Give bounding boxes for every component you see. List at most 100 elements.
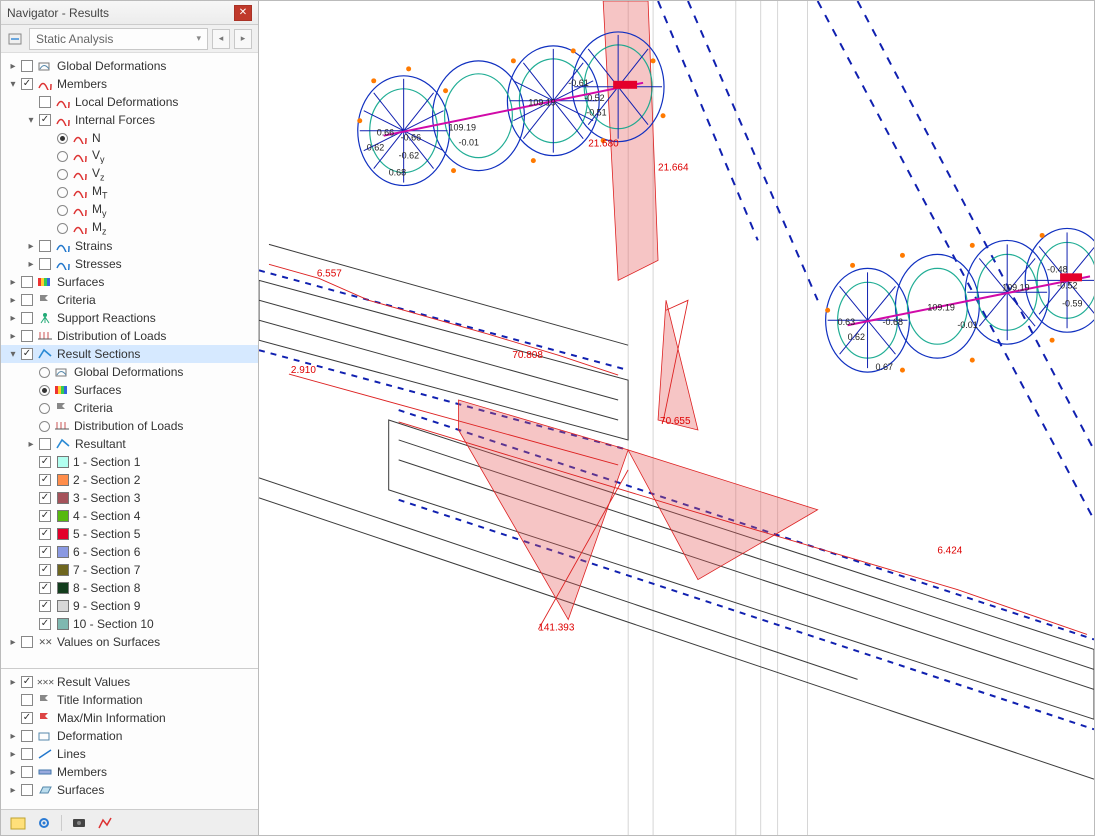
- checkbox[interactable]: [39, 96, 51, 108]
- radio[interactable]: [57, 205, 68, 216]
- tree-item-title-info[interactable]: ▸Title Information: [1, 691, 258, 709]
- tree-item-rs-dist-loads[interactable]: ▸Distribution of Loads: [1, 417, 258, 435]
- tab-views-icon[interactable]: [70, 814, 88, 832]
- expand-icon[interactable]: ▸: [7, 785, 19, 796]
- checkbox[interactable]: [21, 78, 33, 90]
- tree-item-sec-8[interactable]: ▸8 - Section 8: [1, 579, 258, 597]
- tree-item-members[interactable]: ▾Members: [1, 75, 258, 93]
- tree-item-result-sections[interactable]: ▾Result Sections: [1, 345, 258, 363]
- tree-item-strains[interactable]: ▸Strains: [1, 237, 258, 255]
- checkbox[interactable]: [39, 582, 51, 594]
- collapse-icon[interactable]: ▾: [7, 349, 19, 360]
- tree-item-result-values[interactable]: ▸✕✕✕Result Values: [1, 673, 258, 691]
- tree-item-members2[interactable]: ▸Members: [1, 763, 258, 781]
- checkbox[interactable]: [39, 528, 51, 540]
- tree-item-criteria-top[interactable]: ▸Criteria: [1, 291, 258, 309]
- radio[interactable]: [39, 421, 50, 432]
- collapse-icon[interactable]: ▾: [25, 115, 37, 126]
- checkbox[interactable]: [21, 348, 33, 360]
- tree-item-rs-surfaces[interactable]: ▸Surfaces: [1, 381, 258, 399]
- tree-item-sec-2[interactable]: ▸2 - Section 2: [1, 471, 258, 489]
- expand-icon[interactable]: ▸: [7, 731, 19, 742]
- expand-icon[interactable]: ▸: [7, 61, 19, 72]
- expand-icon[interactable]: ▸: [7, 277, 19, 288]
- tab-display-icon[interactable]: [35, 814, 53, 832]
- tab-results-icon[interactable]: [96, 814, 114, 832]
- tree-item-support[interactable]: ▸Support Reactions: [1, 309, 258, 327]
- tree-item-int-forces[interactable]: ▾Internal Forces: [1, 111, 258, 129]
- expand-icon[interactable]: ▸: [25, 259, 37, 270]
- tree-item-maxmin-info[interactable]: ▸Max/Min Information: [1, 709, 258, 727]
- tree-item-sec-9[interactable]: ▸9 - Section 9: [1, 597, 258, 615]
- tree-item-rs-criteria[interactable]: ▸Criteria: [1, 399, 258, 417]
- checkbox[interactable]: [21, 312, 33, 324]
- tree-item-values-surf[interactable]: ▸✕✕Values on Surfaces: [1, 633, 258, 651]
- tree-item-surfaces-top[interactable]: ▸Surfaces: [1, 273, 258, 291]
- results-tree-lower[interactable]: ▸✕✕✕Result Values▸Title Information▸Max/…: [1, 669, 258, 809]
- expand-icon[interactable]: ▸: [7, 749, 19, 760]
- radio[interactable]: [39, 403, 50, 414]
- checkbox[interactable]: [39, 564, 51, 576]
- tree-item-rs-resultant[interactable]: ▸Resultant: [1, 435, 258, 453]
- close-button[interactable]: ✕: [234, 5, 252, 21]
- checkbox[interactable]: [21, 766, 33, 778]
- model-viewport[interactable]: 6.5572.91070.80870.655141.3936.42421.680…: [259, 1, 1094, 835]
- checkbox[interactable]: [39, 546, 51, 558]
- checkbox[interactable]: [39, 510, 51, 522]
- tree-item-lines[interactable]: ▸Lines: [1, 745, 258, 763]
- analysis-type-combo[interactable]: Static Analysis ▾: [29, 28, 208, 50]
- tree-item-if-vy[interactable]: ▸Vy: [1, 147, 258, 165]
- results-tree[interactable]: ▸Global Deformations▾Members▸Local Defor…: [1, 53, 258, 668]
- checkbox[interactable]: [21, 636, 33, 648]
- expand-icon[interactable]: ▸: [7, 331, 19, 342]
- expand-icon[interactable]: ▸: [7, 295, 19, 306]
- checkbox[interactable]: [21, 294, 33, 306]
- tree-item-if-mt[interactable]: ▸MT: [1, 183, 258, 201]
- checkbox[interactable]: [39, 600, 51, 612]
- expand-icon[interactable]: ▸: [7, 767, 19, 778]
- checkbox[interactable]: [21, 60, 33, 72]
- tree-item-sec-6[interactable]: ▸6 - Section 6: [1, 543, 258, 561]
- radio[interactable]: [57, 223, 68, 234]
- tree-item-stresses[interactable]: ▸Stresses: [1, 255, 258, 273]
- tree-item-sec-4[interactable]: ▸4 - Section 4: [1, 507, 258, 525]
- tree-item-if-my[interactable]: ▸My: [1, 201, 258, 219]
- tree-item-sec-3[interactable]: ▸3 - Section 3: [1, 489, 258, 507]
- expand-icon[interactable]: ▸: [25, 439, 37, 450]
- checkbox[interactable]: [21, 730, 33, 742]
- expand-icon[interactable]: ▸: [7, 637, 19, 648]
- checkbox[interactable]: [39, 258, 51, 270]
- checkbox[interactable]: [39, 618, 51, 630]
- checkbox[interactable]: [21, 676, 33, 688]
- tree-item-sec-1[interactable]: ▸1 - Section 1: [1, 453, 258, 471]
- prev-button[interactable]: ◂: [212, 29, 230, 49]
- checkbox[interactable]: [39, 240, 51, 252]
- tree-item-sec-7[interactable]: ▸7 - Section 7: [1, 561, 258, 579]
- next-button[interactable]: ▸: [234, 29, 252, 49]
- checkbox[interactable]: [21, 330, 33, 342]
- tree-item-if-n[interactable]: ▸N: [1, 129, 258, 147]
- tree-item-global-def[interactable]: ▸Global Deformations: [1, 57, 258, 75]
- checkbox[interactable]: [21, 694, 33, 706]
- tree-item-rs-global-def[interactable]: ▸Global Deformations: [1, 363, 258, 381]
- tree-item-deformation[interactable]: ▸Deformation: [1, 727, 258, 745]
- expand-icon[interactable]: ▸: [25, 241, 37, 252]
- checkbox[interactable]: [39, 114, 51, 126]
- checkbox[interactable]: [21, 276, 33, 288]
- tree-item-dist-loads-top[interactable]: ▸Distribution of Loads: [1, 327, 258, 345]
- checkbox[interactable]: [39, 456, 51, 468]
- tree-item-sec-10[interactable]: ▸10 - Section 10: [1, 615, 258, 633]
- radio[interactable]: [57, 133, 68, 144]
- checkbox[interactable]: [39, 492, 51, 504]
- checkbox[interactable]: [39, 474, 51, 486]
- checkbox[interactable]: [39, 438, 51, 450]
- tree-item-if-mz[interactable]: ▸Mz: [1, 219, 258, 237]
- checkbox[interactable]: [21, 748, 33, 760]
- radio[interactable]: [57, 187, 68, 198]
- checkbox[interactable]: [21, 784, 33, 796]
- radio[interactable]: [57, 169, 68, 180]
- tab-project-icon[interactable]: [9, 814, 27, 832]
- radio[interactable]: [39, 385, 50, 396]
- tree-item-if-vz[interactable]: ▸Vz: [1, 165, 258, 183]
- tree-item-surfaces2[interactable]: ▸Surfaces: [1, 781, 258, 799]
